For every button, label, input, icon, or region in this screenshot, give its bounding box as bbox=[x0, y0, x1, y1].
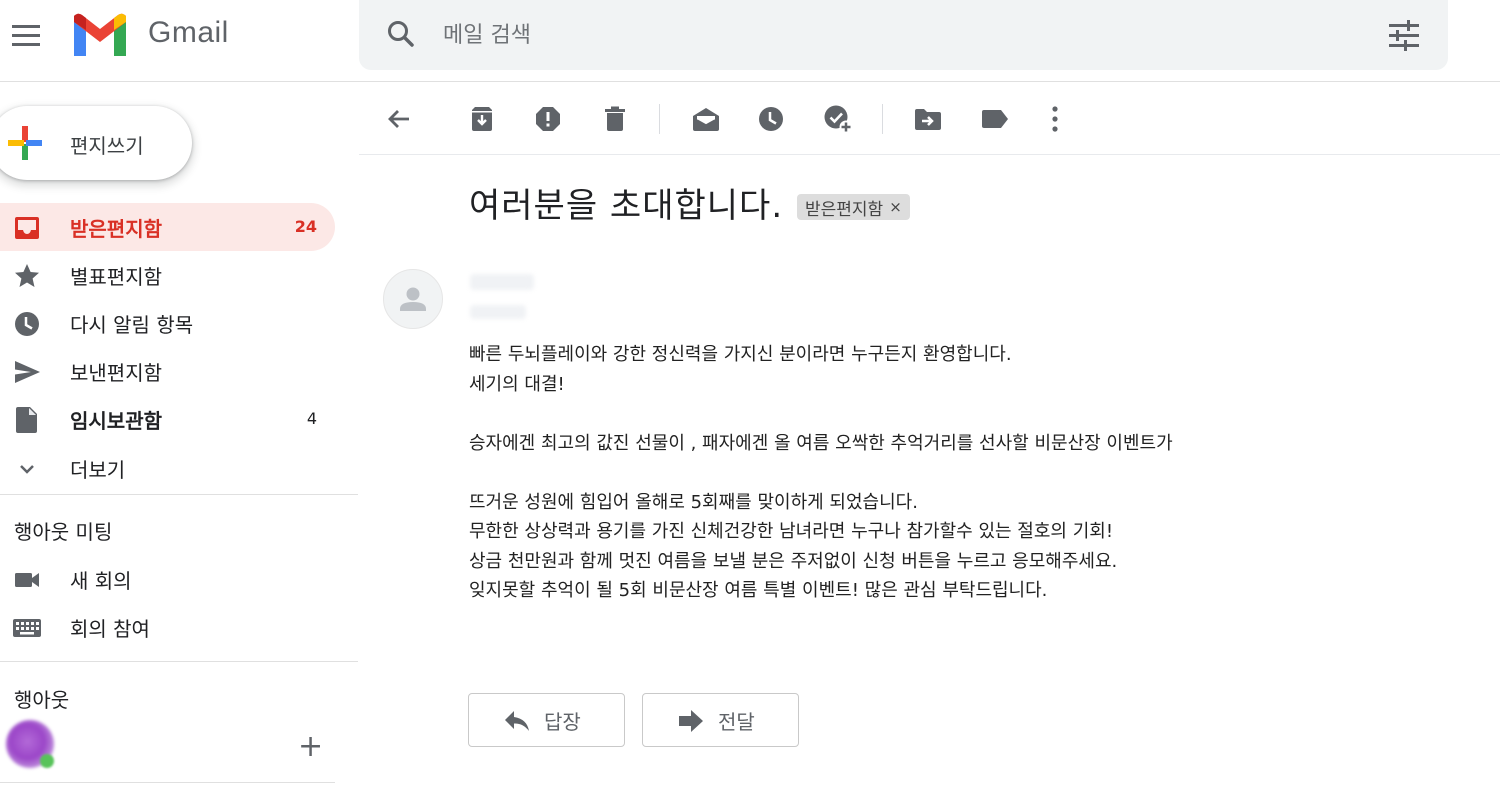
compose-button[interactable]: 편지쓰기 bbox=[0, 106, 192, 180]
hamburger-menu-icon bbox=[12, 25, 40, 46]
sidebar-item-sent[interactable]: 보낸편지함 bbox=[0, 347, 335, 395]
sidebar-item-snoozed[interactable]: 다시 알림 항목 bbox=[0, 299, 335, 347]
search-input[interactable] bbox=[443, 16, 1343, 54]
mark-as-unread-button[interactable] bbox=[687, 100, 725, 138]
email-body-line: 세기의 대결! bbox=[469, 373, 565, 395]
add-hangout-button[interactable]: + bbox=[298, 732, 323, 762]
star-icon bbox=[15, 264, 39, 287]
video-icon bbox=[15, 573, 39, 587]
email-body-line: 잊지못할 추억이 될 5회 비문산장 여름 특별 이벤트! 많은 관심 부탁드립… bbox=[469, 580, 1048, 601]
meet-section-title: 행아웃 미팅 bbox=[14, 520, 113, 544]
delete-icon bbox=[605, 106, 625, 131]
clock-icon bbox=[15, 312, 39, 336]
label-chip-text: 받은편지함 bbox=[805, 199, 884, 220]
back-button[interactable] bbox=[380, 100, 418, 138]
compose-label: 편지쓰기 bbox=[70, 134, 144, 158]
sidebar-item-drafts[interactable]: 임시보관함 4 bbox=[0, 395, 335, 443]
search-icon[interactable] bbox=[385, 18, 417, 50]
delete-button[interactable] bbox=[596, 100, 634, 138]
person-icon bbox=[400, 287, 426, 311]
remove-label-icon[interactable]: × bbox=[889, 198, 902, 216]
email-subject: 여러분을 초대합니다. bbox=[469, 186, 784, 226]
more-options-button[interactable] bbox=[1036, 100, 1074, 138]
email-body-line: 뜨거운 성원에 힘입어 올해로 5회째를 맞이하게 되었습니다. bbox=[469, 491, 918, 513]
chevron-down-icon bbox=[20, 465, 34, 474]
reply-button[interactable]: 답장 bbox=[468, 693, 625, 747]
sidebar-item-inbox[interactable]: 받은편지함 24 bbox=[0, 203, 335, 251]
search-options-icon[interactable] bbox=[1387, 19, 1421, 51]
online-status-dot bbox=[40, 754, 54, 768]
toolbar-divider bbox=[359, 154, 1500, 155]
sidebar-item-new-meeting[interactable]: 새 회의 bbox=[0, 555, 335, 603]
sidebar-divider bbox=[0, 494, 358, 495]
reply-icon bbox=[505, 711, 529, 731]
compose-plus-icon bbox=[8, 126, 42, 160]
email-body-line: 상금 천만원과 함께 멋진 여름을 보낼 분은 주저없이 신청 버튼을 누르고 … bbox=[469, 550, 1118, 572]
inbox-icon bbox=[15, 217, 39, 239]
search-bar[interactable] bbox=[359, 0, 1448, 70]
sidebar-divider bbox=[0, 661, 358, 662]
email-body-line bbox=[469, 458, 1469, 488]
hangouts-section-title: 행아웃 bbox=[14, 688, 70, 712]
sidebar-item-label: 보낸편지함 bbox=[70, 361, 162, 385]
sidebar-item-label: 새 회의 bbox=[70, 569, 132, 593]
snooze-icon bbox=[759, 107, 783, 131]
main-menu-button[interactable] bbox=[6, 14, 48, 56]
email-body-line: 무한한 상상력과 용기를 가진 신체건강한 남녀라면 누구나 참가할수 있는 절… bbox=[469, 521, 1114, 542]
unread-count: 24 bbox=[294, 217, 317, 236]
email-body: 빠른 두뇌플레이와 강한 정신력을 가지신 분이라면 누구든지 환영합니다. 세… bbox=[469, 340, 1469, 606]
gmail-logo-text[interactable]: Gmail bbox=[148, 16, 229, 50]
labels-button[interactable] bbox=[976, 100, 1014, 138]
inbox-label-chip[interactable]: 받은편지함 × bbox=[797, 194, 910, 220]
sidebar-item-label: 회의 참여 bbox=[70, 617, 150, 641]
label-icon bbox=[982, 110, 1008, 128]
forward-button[interactable]: 전달 bbox=[642, 693, 799, 747]
sidebar-item-label: 받은편지함 bbox=[70, 217, 162, 241]
sidebar-item-more[interactable]: 더보기 bbox=[0, 444, 335, 492]
email-body-line: 승자에겐 최고의 값진 선물이 , 패자에겐 올 여름 오싹한 추억거리를 선사… bbox=[469, 432, 1173, 454]
sidebar-divider bbox=[0, 782, 335, 783]
send-icon bbox=[15, 361, 40, 383]
top-header: Gmail bbox=[0, 0, 1500, 82]
sidebar-item-label: 더보기 bbox=[70, 458, 126, 482]
sidebar-item-label: 별표편지함 bbox=[70, 265, 162, 289]
draft-count: 4 bbox=[306, 409, 317, 428]
forward-icon bbox=[679, 710, 703, 732]
sidebar-item-label: 임시보관함 bbox=[70, 409, 162, 433]
reply-label: 답장 bbox=[544, 710, 581, 734]
toolbar-separator bbox=[882, 104, 883, 134]
add-to-tasks-button[interactable] bbox=[819, 100, 857, 138]
gmail-logo-icon[interactable] bbox=[70, 12, 130, 58]
blurred-recipient bbox=[470, 305, 526, 319]
keyboard-icon bbox=[13, 619, 41, 637]
email-body-line bbox=[469, 399, 1469, 429]
blurred-sender-name bbox=[470, 274, 534, 290]
sender-avatar[interactable] bbox=[383, 269, 443, 329]
archive-button[interactable] bbox=[463, 100, 501, 138]
move-to-icon bbox=[915, 109, 941, 130]
report-spam-icon bbox=[536, 107, 560, 131]
sidebar-item-join-meeting[interactable]: 회의 참여 bbox=[0, 603, 335, 651]
sidebar-item-label: 다시 알림 항목 bbox=[70, 313, 194, 337]
email-body-line: 빠른 두뇌플레이와 강한 정신력을 가지신 분이라면 누구든지 환영합니다. bbox=[469, 344, 1012, 365]
sidebar-item-starred[interactable]: 별표편지함 bbox=[0, 251, 335, 299]
report-spam-button[interactable] bbox=[529, 100, 567, 138]
forward-label: 전달 bbox=[718, 710, 755, 734]
snooze-button[interactable] bbox=[752, 100, 790, 138]
archive-icon bbox=[472, 107, 492, 131]
mark-unread-icon bbox=[693, 108, 719, 131]
add-to-tasks-icon bbox=[824, 105, 853, 134]
back-arrow-icon bbox=[388, 110, 409, 128]
toolbar-separator bbox=[659, 104, 660, 134]
move-to-button[interactable] bbox=[909, 100, 947, 138]
more-vert-icon bbox=[1052, 106, 1058, 132]
draft-icon bbox=[16, 407, 37, 433]
